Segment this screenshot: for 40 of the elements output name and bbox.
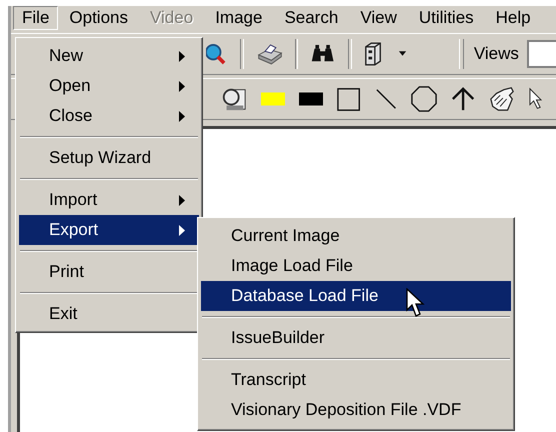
- rectangle-icon[interactable]: [337, 86, 361, 112]
- menu-item[interactable]: View: [349, 6, 408, 30]
- menu-item[interactable]: Export: [19, 215, 199, 245]
- submenu-arrow-icon: [179, 110, 185, 122]
- menu-item[interactable]: File: [13, 6, 58, 30]
- menu-item[interactable]: Exit: [19, 299, 199, 329]
- views-field[interactable]: [526, 40, 556, 68]
- caret-icon[interactable]: [398, 51, 407, 57]
- octagon-icon[interactable]: [410, 85, 437, 113]
- arrow-up-icon[interactable]: [450, 86, 476, 112]
- menu-item[interactable]: Current Image: [201, 221, 511, 251]
- menu-item[interactable]: Print: [19, 257, 199, 287]
- hand-icon[interactable]: [489, 85, 516, 113]
- binder-icon[interactable]: [364, 41, 382, 67]
- submenu-arrow-icon: [179, 194, 185, 206]
- menu-item[interactable]: Import: [19, 185, 199, 215]
- submenu-arrow-icon: [179, 80, 185, 92]
- menu-item[interactable]: Transcript: [201, 365, 511, 395]
- menu-item[interactable]: Image: [204, 6, 274, 30]
- menu-item[interactable]: Image Load File: [201, 251, 511, 281]
- menu-item[interactable]: New: [19, 41, 199, 71]
- line-icon[interactable]: [374, 87, 397, 111]
- magnifier-icon[interactable]: [206, 41, 228, 67]
- menu-item[interactable]: IssueBuilder: [201, 323, 511, 353]
- menu-item[interactable]: Options: [58, 6, 139, 30]
- menu-item[interactable]: Open: [19, 71, 199, 101]
- menu-item[interactable]: Utilities: [408, 6, 485, 30]
- menu-item[interactable]: Help: [484, 6, 542, 30]
- submenu-arrow-icon: [179, 50, 185, 62]
- menu-item[interactable]: Close: [19, 101, 199, 131]
- menu-item[interactable]: Database Load File: [201, 281, 511, 311]
- mouse-pointer-icon: [406, 288, 426, 318]
- submenu-arrow-icon: [179, 224, 185, 236]
- page-zoom-icon[interactable]: [221, 86, 248, 112]
- pointer-icon[interactable]: [529, 87, 542, 111]
- menu-item[interactable]: Search: [273, 6, 350, 30]
- redaction-icon[interactable]: [299, 92, 324, 106]
- menu-item[interactable]: Visionary Deposition File .VDF: [201, 395, 511, 425]
- views-label: Views: [474, 44, 519, 64]
- menu-item[interactable]: Setup Wizard: [19, 143, 199, 173]
